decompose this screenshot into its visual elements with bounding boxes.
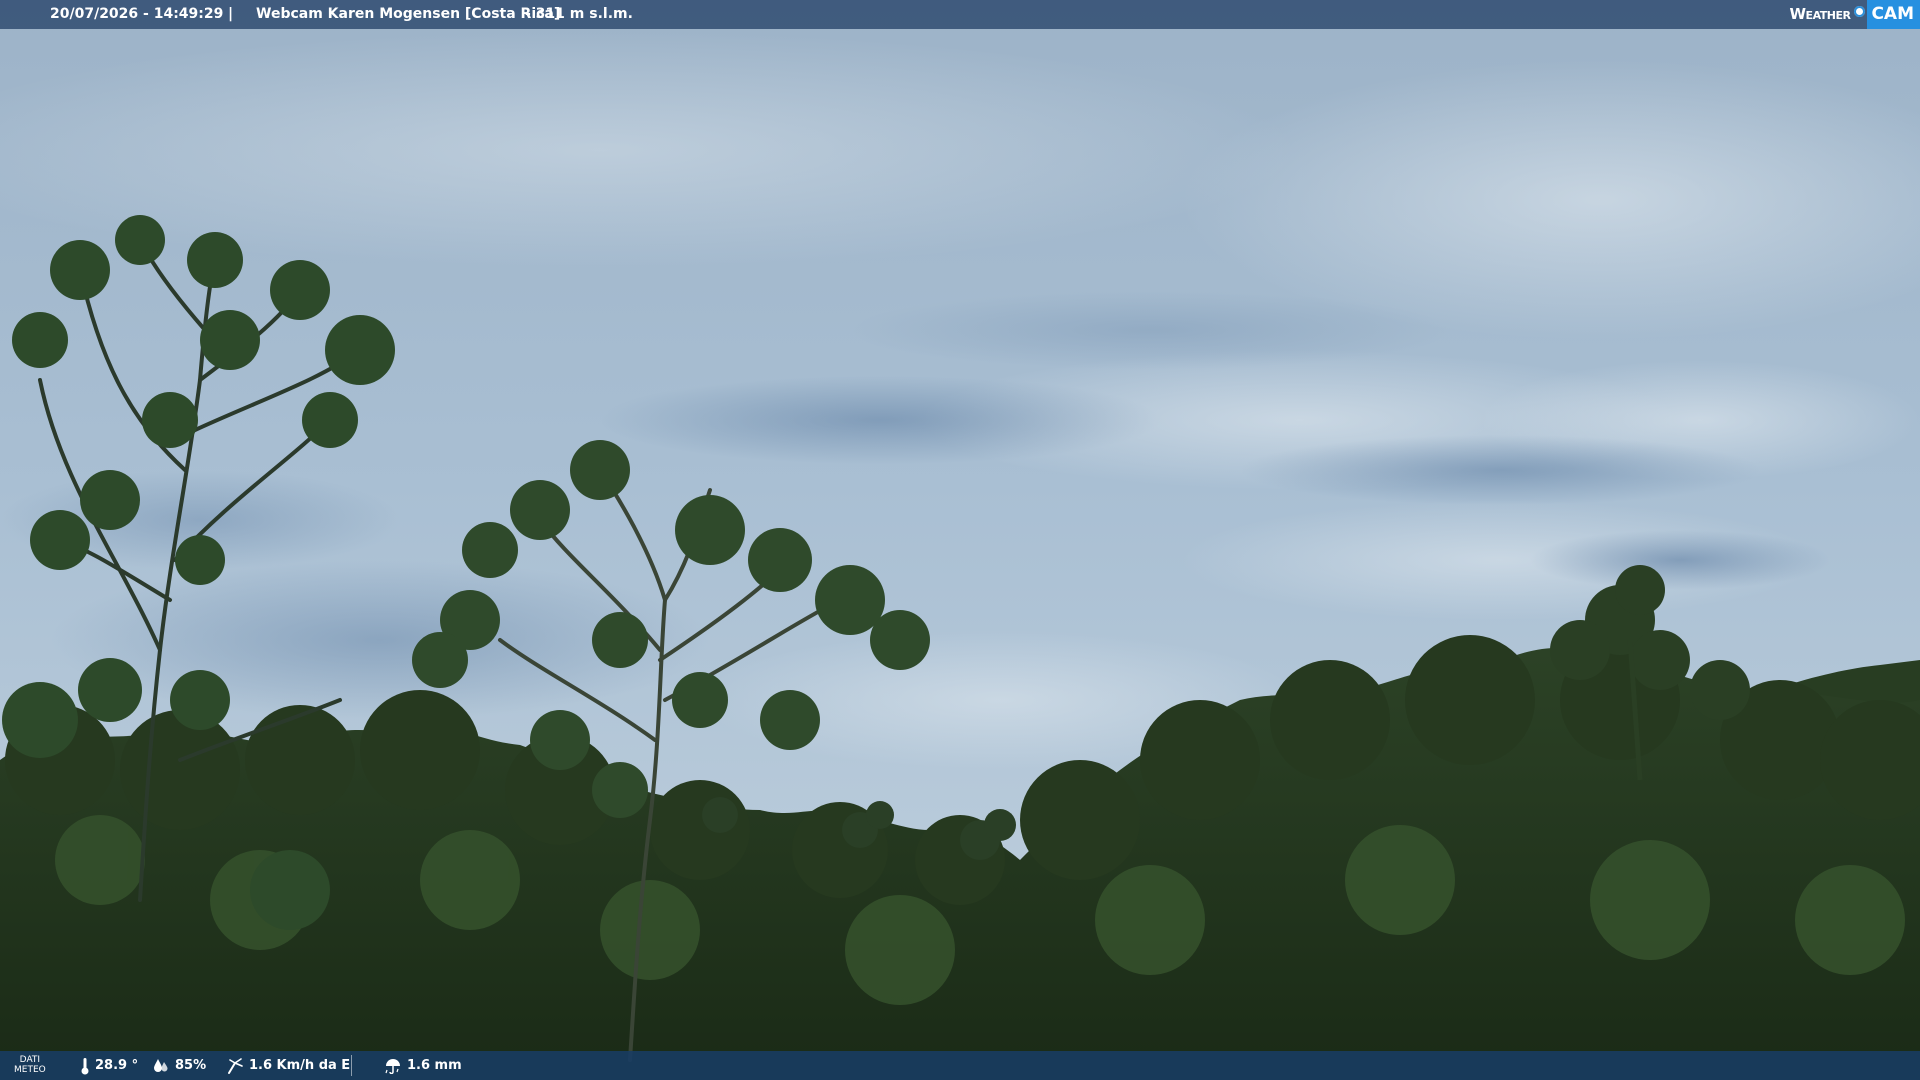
humidity-icon xyxy=(154,1058,168,1072)
logo-dot-icon xyxy=(1854,6,1866,17)
logo-weather-text: Weather xyxy=(1789,5,1851,23)
weather-data-bar: DATI METEO 28.9 ° 85% 1.6 Km/h da E 1.6 … xyxy=(0,1051,1920,1080)
humidity-reading: 85% xyxy=(152,1051,206,1080)
dati-meteo-label: DATI METEO xyxy=(14,1055,46,1075)
thermometer-icon xyxy=(81,1057,89,1074)
rain-reading: 1.6 mm xyxy=(384,1051,462,1080)
wind-reading: 1.6 Km/h da E xyxy=(226,1051,350,1080)
temperature-reading: 28.9 ° xyxy=(80,1051,138,1080)
altitude-label: - 311 m s.l.m. xyxy=(525,6,633,22)
humidity-value: 85% xyxy=(175,1058,207,1073)
rain-icon xyxy=(385,1058,400,1074)
webcam-header-bar: 20/07/2026 - 14:49:29 | Webcam Karen Mog… xyxy=(0,0,1920,29)
bar-divider xyxy=(351,1055,352,1076)
header-separator: | xyxy=(228,6,234,22)
wind-value: 1.6 Km/h da E xyxy=(249,1058,351,1073)
wind-icon xyxy=(228,1057,243,1074)
weathercam-logo[interactable]: Weather CAM xyxy=(1784,0,1920,29)
timestamp: 20/07/2026 - 14:49:29 xyxy=(50,6,224,22)
webcam-title: Webcam Karen Mogensen [Costa Rica] xyxy=(256,6,561,22)
temperature-value: 28.9 ° xyxy=(95,1058,139,1073)
logo-cam-text: CAM xyxy=(1867,0,1920,29)
rain-value: 1.6 mm xyxy=(407,1058,462,1073)
webcam-viewer: 20/07/2026 - 14:49:29 | Webcam Karen Mog… xyxy=(0,0,1920,1080)
webcam-image xyxy=(0,0,1920,1080)
